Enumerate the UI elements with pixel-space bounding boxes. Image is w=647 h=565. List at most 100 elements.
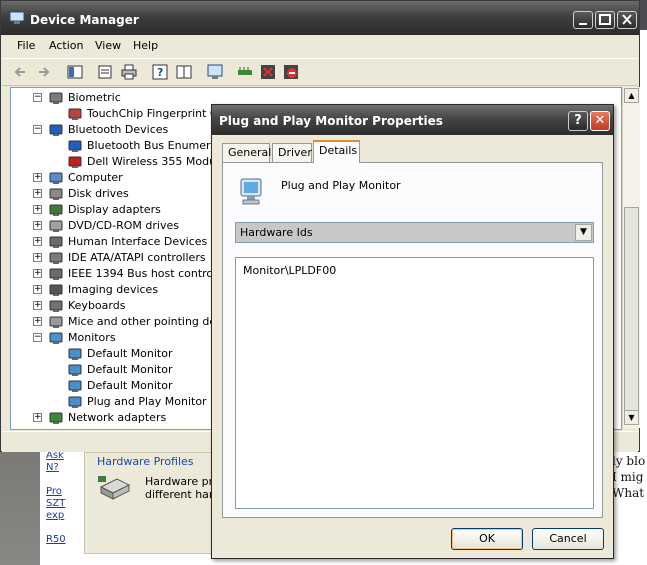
collapse-toggle[interactable]: − — [33, 93, 42, 102]
menu-action[interactable]: Action — [49, 39, 83, 52]
expand-toggle[interactable]: + — [33, 317, 42, 326]
toolbar: ? — [2, 58, 638, 86]
tree-item-label: Computer — [68, 171, 123, 184]
expand-toggle[interactable]: + — [33, 221, 42, 230]
menu-help[interactable]: Help — [133, 39, 158, 52]
menu-view[interactable]: View — [95, 39, 121, 52]
tree-item-label: Default Monitor — [87, 363, 173, 376]
back-arrow-icon[interactable] — [13, 64, 29, 80]
tree-item-label: Default Monitor — [87, 347, 173, 360]
device-manager-titlebar[interactable]: Device Manager — [1, 1, 639, 35]
minimize-icon — [579, 23, 587, 25]
keyboard-icon — [49, 299, 63, 313]
minimize-button[interactable] — [573, 11, 593, 29]
network-adapter-icon — [49, 411, 63, 425]
web-text: I mig — [612, 470, 644, 484]
menu-bar: File Action View Help — [2, 35, 638, 57]
cancel-button[interactable]: Cancel — [532, 528, 604, 550]
tree-item-label: Default Monitor — [87, 379, 173, 392]
property-dropdown-value: Hardware Ids — [240, 226, 313, 239]
hid-icon — [49, 235, 63, 249]
forward-arrow-icon[interactable] — [35, 64, 51, 80]
ok-button[interactable]: OK — [451, 528, 523, 550]
tree-item-label: Disk drives — [68, 187, 129, 200]
monitor-icon — [240, 178, 262, 205]
web-text: What — [612, 486, 645, 500]
expand-toggle[interactable]: + — [33, 205, 42, 214]
firewire-icon — [49, 267, 63, 281]
collapse-toggle[interactable]: − — [33, 333, 42, 342]
web-text: ly blo — [612, 454, 646, 468]
biometric-icon — [49, 91, 63, 105]
tree-item-label: Keyboards — [68, 299, 126, 312]
device-name: Plug and Play Monitor — [281, 179, 401, 192]
disk-drive-icon — [49, 187, 63, 201]
web-link[interactable]: SZT — [46, 498, 65, 509]
tab-driver[interactable]: Driver — [272, 143, 312, 162]
hardware-profiles-group: Hardware Profiles Hardware prof differen… — [84, 452, 229, 554]
dvd-drive-icon — [49, 219, 63, 233]
web-link[interactable]: exp — [46, 510, 64, 521]
web-link[interactable]: N? — [46, 462, 59, 473]
tree-item-label: Human Interface Devices — [68, 235, 208, 248]
properties-dialog: Plug and Play Monitor Properties ? ✕ Gen… — [211, 104, 614, 559]
properties-icon[interactable] — [97, 64, 113, 80]
web-link[interactable]: R50 — [46, 534, 66, 545]
scroll-up-button[interactable]: ▲ — [624, 88, 639, 103]
device-manager-icon — [9, 11, 25, 24]
tab-general[interactable]: General — [222, 143, 271, 162]
print-icon[interactable] — [121, 64, 137, 80]
dialog-title: Plug and Play Monitor Properties — [219, 114, 443, 128]
show-hide-tree-icon[interactable] — [67, 64, 83, 80]
tree-item-label: Monitors — [68, 331, 116, 344]
monitor-icon — [68, 363, 82, 377]
display-adapter-icon — [49, 203, 63, 217]
close-button[interactable] — [617, 11, 637, 29]
expand-toggle[interactable]: + — [33, 285, 42, 294]
tree-item-label: Network adapters — [68, 411, 167, 424]
maximize-button[interactable] — [595, 11, 615, 29]
bluetooth-disabled-icon — [68, 155, 82, 169]
update-driver-icon[interactable] — [237, 64, 253, 80]
expand-toggle[interactable]: + — [33, 237, 42, 246]
expand-toggle[interactable]: + — [33, 253, 42, 262]
scan-hardware-icon[interactable] — [207, 64, 223, 80]
expand-toggle[interactable]: + — [33, 269, 42, 278]
chevron-down-icon[interactable]: ▼ — [575, 224, 592, 241]
bluetooth-icon — [49, 123, 63, 137]
window-title: Device Manager — [30, 13, 139, 27]
computer-icon — [49, 171, 63, 185]
expand-toggle[interactable]: + — [33, 413, 42, 422]
monitor-icon — [68, 347, 82, 361]
expand-toggle[interactable]: + — [33, 189, 42, 198]
mouse-icon — [49, 315, 63, 329]
dialog-titlebar[interactable]: Plug and Play Monitor Properties ? ✕ — [212, 105, 613, 135]
tree-item-label: Display adapters — [68, 203, 161, 216]
scroll-thumb[interactable] — [624, 207, 639, 417]
camera-icon — [49, 283, 63, 297]
property-dropdown[interactable]: Hardware Ids ▼ — [235, 222, 594, 243]
expand-toggle[interactable]: + — [33, 173, 42, 182]
tree-item-label: Bluetooth Devices — [68, 123, 169, 136]
tree-item-label: Biometric — [68, 91, 121, 104]
scroll-down-button[interactable]: ▼ — [624, 410, 639, 425]
property-value-list[interactable]: Monitor\LPLDF00 — [235, 257, 594, 509]
hardware-profiles-legend: Hardware Profiles — [95, 455, 196, 468]
dialog-help-button[interactable]: ? — [568, 111, 588, 131]
tree-item-label: DVD/CD-ROM drives — [68, 219, 179, 232]
web-link[interactable]: Pro — [46, 486, 62, 497]
maximize-icon — [599, 14, 611, 25]
tab-details[interactable]: Details — [313, 140, 360, 163]
fingerprint-device-icon — [68, 107, 82, 121]
dialog-close-button[interactable]: ✕ — [590, 111, 610, 131]
view-icon[interactable] — [176, 64, 192, 80]
property-value-item[interactable]: Monitor\LPLDF00 — [243, 264, 336, 277]
disable-device-icon[interactable] — [283, 64, 299, 80]
tree-item-label: Imaging devices — [68, 283, 159, 296]
help-icon[interactable]: ? — [152, 64, 168, 80]
expand-toggle[interactable]: + — [33, 301, 42, 310]
collapse-toggle[interactable]: − — [33, 125, 42, 134]
menu-file[interactable]: File — [17, 39, 35, 52]
tree-scrollbar[interactable]: ▲ ▼ — [622, 87, 640, 428]
uninstall-icon[interactable] — [260, 64, 276, 80]
